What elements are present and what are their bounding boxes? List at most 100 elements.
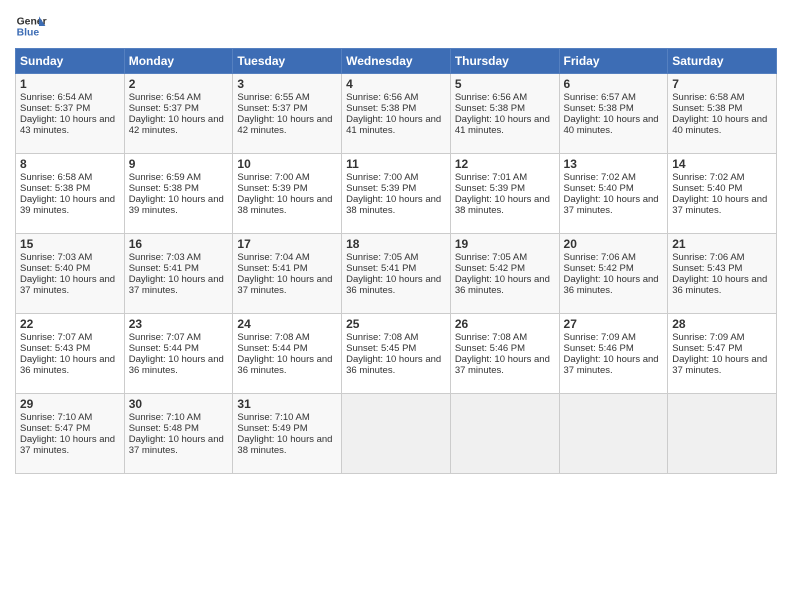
- calendar-cell: 12Sunrise: 7:01 AMSunset: 5:39 PMDayligh…: [450, 154, 559, 234]
- calendar-cell: 16Sunrise: 7:03 AMSunset: 5:41 PMDayligh…: [124, 234, 233, 314]
- day-number: 10: [237, 157, 337, 171]
- daylight: Daylight: 10 hours and 36 minutes.: [237, 354, 332, 376]
- sunset: Sunset: 5:48 PM: [129, 423, 199, 434]
- calendar-cell: 31Sunrise: 7:10 AMSunset: 5:49 PMDayligh…: [233, 394, 342, 474]
- daylight: Daylight: 10 hours and 42 minutes.: [129, 114, 224, 136]
- daylight: Daylight: 10 hours and 37 minutes.: [20, 274, 115, 296]
- daylight: Daylight: 10 hours and 41 minutes.: [455, 114, 550, 136]
- sunrise: Sunrise: 7:08 AM: [237, 332, 309, 343]
- sunset: Sunset: 5:40 PM: [672, 183, 742, 194]
- calendar-cell: [342, 394, 451, 474]
- calendar-cell: 26Sunrise: 7:08 AMSunset: 5:46 PMDayligh…: [450, 314, 559, 394]
- daylight: Daylight: 10 hours and 40 minutes.: [564, 114, 659, 136]
- daylight: Daylight: 10 hours and 37 minutes.: [129, 434, 224, 456]
- col-header-monday: Monday: [124, 49, 233, 74]
- daylight: Daylight: 10 hours and 36 minutes.: [129, 354, 224, 376]
- sunset: Sunset: 5:38 PM: [346, 103, 416, 114]
- daylight: Daylight: 10 hours and 39 minutes.: [20, 194, 115, 216]
- sunrise: Sunrise: 6:54 AM: [20, 92, 92, 103]
- daylight: Daylight: 10 hours and 37 minutes.: [672, 354, 767, 376]
- day-number: 30: [129, 397, 229, 411]
- sunset: Sunset: 5:42 PM: [564, 263, 634, 274]
- sunrise: Sunrise: 7:01 AM: [455, 172, 527, 183]
- day-number: 15: [20, 237, 120, 251]
- sunset: Sunset: 5:43 PM: [672, 263, 742, 274]
- sunrise: Sunrise: 6:58 AM: [672, 92, 744, 103]
- day-number: 5: [455, 77, 555, 91]
- daylight: Daylight: 10 hours and 37 minutes.: [672, 194, 767, 216]
- sunrise: Sunrise: 7:09 AM: [672, 332, 744, 343]
- sunset: Sunset: 5:37 PM: [237, 103, 307, 114]
- day-number: 31: [237, 397, 337, 411]
- sunset: Sunset: 5:43 PM: [20, 343, 90, 354]
- daylight: Daylight: 10 hours and 41 minutes.: [346, 114, 441, 136]
- day-number: 2: [129, 77, 229, 91]
- calendar-cell: 4Sunrise: 6:56 AMSunset: 5:38 PMDaylight…: [342, 74, 451, 154]
- week-row-4: 22Sunrise: 7:07 AMSunset: 5:43 PMDayligh…: [16, 314, 777, 394]
- sunrise: Sunrise: 7:03 AM: [129, 252, 201, 263]
- day-number: 4: [346, 77, 446, 91]
- sunrise: Sunrise: 7:00 AM: [237, 172, 309, 183]
- sunset: Sunset: 5:39 PM: [346, 183, 416, 194]
- sunset: Sunset: 5:38 PM: [20, 183, 90, 194]
- sunrise: Sunrise: 7:10 AM: [237, 412, 309, 423]
- col-header-wednesday: Wednesday: [342, 49, 451, 74]
- calendar-cell: 10Sunrise: 7:00 AMSunset: 5:39 PMDayligh…: [233, 154, 342, 234]
- sunrise: Sunrise: 7:10 AM: [129, 412, 201, 423]
- sunset: Sunset: 5:44 PM: [129, 343, 199, 354]
- sunrise: Sunrise: 7:05 AM: [455, 252, 527, 263]
- col-header-thursday: Thursday: [450, 49, 559, 74]
- calendar-cell: 19Sunrise: 7:05 AMSunset: 5:42 PMDayligh…: [450, 234, 559, 314]
- sunset: Sunset: 5:46 PM: [455, 343, 525, 354]
- day-number: 7: [672, 77, 772, 91]
- daylight: Daylight: 10 hours and 42 minutes.: [237, 114, 332, 136]
- sunset: Sunset: 5:37 PM: [20, 103, 90, 114]
- daylight: Daylight: 10 hours and 37 minutes.: [20, 434, 115, 456]
- daylight: Daylight: 10 hours and 36 minutes.: [346, 274, 441, 296]
- sunrise: Sunrise: 6:55 AM: [237, 92, 309, 103]
- daylight: Daylight: 10 hours and 37 minutes.: [237, 274, 332, 296]
- daylight: Daylight: 10 hours and 36 minutes.: [672, 274, 767, 296]
- calendar-cell: 30Sunrise: 7:10 AMSunset: 5:48 PMDayligh…: [124, 394, 233, 474]
- sunset: Sunset: 5:46 PM: [564, 343, 634, 354]
- sunrise: Sunrise: 6:58 AM: [20, 172, 92, 183]
- day-number: 17: [237, 237, 337, 251]
- calendar-cell: [450, 394, 559, 474]
- sunrise: Sunrise: 6:54 AM: [129, 92, 201, 103]
- sunrise: Sunrise: 6:56 AM: [346, 92, 418, 103]
- sunset: Sunset: 5:40 PM: [20, 263, 90, 274]
- sunset: Sunset: 5:38 PM: [672, 103, 742, 114]
- calendar-cell: 2Sunrise: 6:54 AMSunset: 5:37 PMDaylight…: [124, 74, 233, 154]
- daylight: Daylight: 10 hours and 37 minutes.: [129, 274, 224, 296]
- daylight: Daylight: 10 hours and 37 minutes.: [455, 354, 550, 376]
- header: General Blue: [15, 10, 777, 42]
- sunrise: Sunrise: 7:03 AM: [20, 252, 92, 263]
- day-number: 29: [20, 397, 120, 411]
- day-number: 21: [672, 237, 772, 251]
- calendar-cell: 21Sunrise: 7:06 AMSunset: 5:43 PMDayligh…: [668, 234, 777, 314]
- week-row-3: 15Sunrise: 7:03 AMSunset: 5:40 PMDayligh…: [16, 234, 777, 314]
- sunrise: Sunrise: 7:10 AM: [20, 412, 92, 423]
- sunset: Sunset: 5:44 PM: [237, 343, 307, 354]
- sunrise: Sunrise: 7:09 AM: [564, 332, 636, 343]
- daylight: Daylight: 10 hours and 38 minutes.: [455, 194, 550, 216]
- sunrise: Sunrise: 7:06 AM: [564, 252, 636, 263]
- sunset: Sunset: 5:41 PM: [346, 263, 416, 274]
- day-number: 3: [237, 77, 337, 91]
- sunset: Sunset: 5:41 PM: [237, 263, 307, 274]
- sunset: Sunset: 5:41 PM: [129, 263, 199, 274]
- sunset: Sunset: 5:39 PM: [237, 183, 307, 194]
- calendar-cell: 15Sunrise: 7:03 AMSunset: 5:40 PMDayligh…: [16, 234, 125, 314]
- calendar-cell: 9Sunrise: 6:59 AMSunset: 5:38 PMDaylight…: [124, 154, 233, 234]
- week-row-1: 1Sunrise: 6:54 AMSunset: 5:37 PMDaylight…: [16, 74, 777, 154]
- calendar-cell: 24Sunrise: 7:08 AMSunset: 5:44 PMDayligh…: [233, 314, 342, 394]
- sunrise: Sunrise: 7:02 AM: [564, 172, 636, 183]
- calendar-table: SundayMondayTuesdayWednesdayThursdayFrid…: [15, 48, 777, 474]
- calendar-cell: 14Sunrise: 7:02 AMSunset: 5:40 PMDayligh…: [668, 154, 777, 234]
- calendar-cell: 5Sunrise: 6:56 AMSunset: 5:38 PMDaylight…: [450, 74, 559, 154]
- day-number: 13: [564, 157, 664, 171]
- calendar-page: General Blue SundayMondayTuesdayWednesda…: [0, 0, 792, 484]
- sunset: Sunset: 5:38 PM: [129, 183, 199, 194]
- sunset: Sunset: 5:49 PM: [237, 423, 307, 434]
- calendar-cell: [559, 394, 668, 474]
